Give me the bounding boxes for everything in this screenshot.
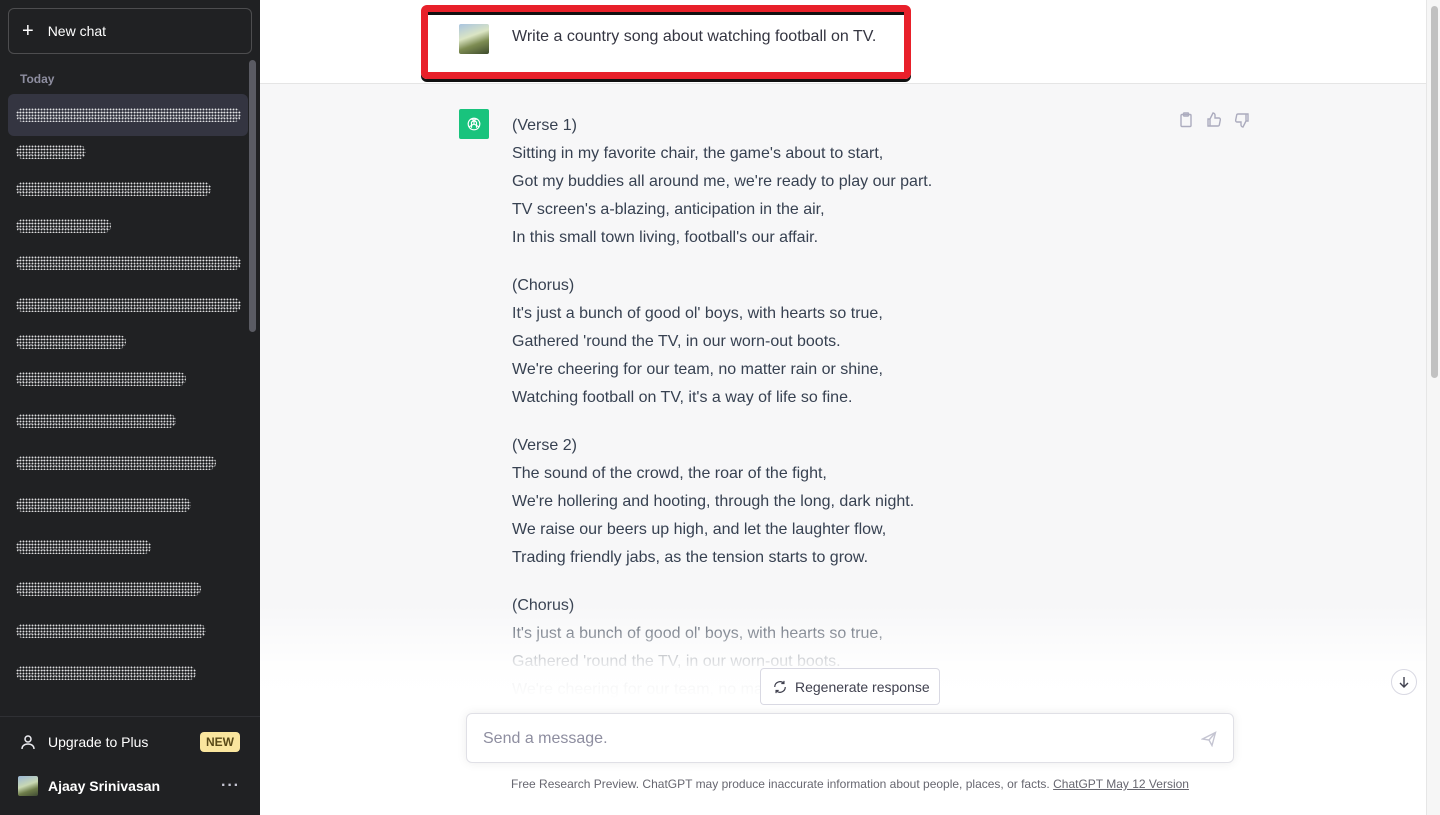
stanza-heading: (Chorus): [512, 277, 575, 294]
regenerate-label: Regenerate response: [795, 678, 930, 695]
lyric-stanza: (Verse 1) Sitting in my favorite chair, t…: [512, 112, 1152, 252]
history-item[interactable]: [8, 568, 248, 610]
user-name: Ajaay Srinivasan: [48, 778, 161, 794]
disclaimer-text: Free Research Preview. ChatGPT may produ…: [511, 777, 1050, 791]
footer-disclaimer: Free Research Preview. ChatGPT may produ…: [260, 777, 1440, 791]
lyric-line: We're hollering and hooting, through the…: [512, 493, 915, 510]
history-item[interactable]: [8, 168, 248, 210]
regenerate-response-button[interactable]: Regenerate response: [760, 668, 940, 705]
lyric-line: Gathered 'round the TV, in our worn-out …: [512, 333, 841, 350]
openai-logo-icon: [459, 109, 489, 139]
history-item[interactable]: [8, 94, 248, 136]
clipboard-icon[interactable]: [1178, 112, 1194, 128]
lyric-line: In this small town living, football's ou…: [512, 229, 819, 246]
history-item[interactable]: [8, 526, 248, 568]
message-composer: [466, 713, 1234, 763]
lyric-stanza: (Chorus) It's just a bunch of good ol' bo…: [512, 272, 1152, 412]
ellipsis-icon[interactable]: ···: [221, 777, 240, 795]
page-scrollbar-thumb[interactable]: [1431, 6, 1438, 378]
history-item[interactable]: [8, 400, 248, 442]
history-item[interactable]: [8, 284, 248, 326]
history-item[interactable]: [8, 652, 248, 694]
history-item[interactable]: [8, 136, 248, 168]
scroll-to-bottom-button[interactable]: [1391, 669, 1417, 695]
lyric-line: TV screen's a-blazing, anticipation in t…: [512, 201, 825, 218]
lyric-line: We raise our beers up high, and let the …: [512, 521, 887, 538]
history-item[interactable]: [8, 358, 248, 400]
sidebar-divider: [0, 716, 260, 717]
new-chat-button[interactable]: + New chat: [8, 8, 252, 54]
lyric-line: We're cheering for our team, no matter r…: [512, 361, 883, 378]
new-chat-label: New chat: [47, 23, 107, 39]
lyric-line: Trading friendly jabs, as the tension st…: [512, 549, 869, 566]
history-item[interactable]: [8, 484, 248, 526]
lyric-stanza: (Verse 2) The sound of the crowd, the roa…: [512, 432, 1152, 572]
regenerate-icon: [774, 680, 786, 693]
history-item[interactable]: [8, 210, 248, 242]
thumbs-up-icon[interactable]: [1206, 112, 1222, 128]
history-item[interactable]: [8, 610, 248, 652]
history-item[interactable]: [8, 442, 248, 484]
page-scrollbar[interactable]: [1426, 0, 1440, 815]
thumbs-down-icon[interactable]: [1234, 112, 1250, 128]
history-section-label: Today: [20, 72, 55, 86]
lyric-line: It's just a bunch of good ol' boys, with…: [512, 305, 883, 322]
lyric-line: Sitting in my favorite chair, the game's…: [512, 145, 884, 162]
account-menu-button[interactable]: Ajaay Srinivasan ···: [8, 764, 252, 808]
lyric-line: Watching football on TV, it's a way of l…: [512, 389, 853, 406]
message-input[interactable]: [483, 727, 1183, 751]
stanza-heading: (Verse 1): [512, 117, 577, 134]
user-icon: [21, 735, 35, 750]
arrow-down-icon: [1399, 677, 1409, 688]
new-badge: NEW: [200, 732, 240, 752]
send-icon[interactable]: [1201, 731, 1217, 747]
upgrade-label: Upgrade to Plus: [48, 734, 149, 750]
upgrade-to-plus-button[interactable]: Upgrade to Plus NEW: [8, 720, 252, 764]
version-link[interactable]: ChatGPT May 12 Version: [1053, 777, 1189, 791]
avatar: [18, 776, 38, 796]
history-item[interactable]: [8, 326, 248, 358]
sidebar: + New chat Today Upgrade to Plus NEW Aja…: [0, 0, 260, 815]
plus-icon: +: [22, 20, 34, 42]
stanza-heading: (Verse 2): [512, 437, 577, 454]
user-message-text: Write a country song about watching foot…: [512, 28, 877, 45]
chat-history-list: [8, 94, 248, 706]
user-avatar: [459, 24, 489, 54]
lyric-line: The sound of the crowd, the roar of the …: [512, 465, 827, 482]
chat-main: Write a country song about watching foot…: [260, 0, 1426, 815]
lyric-line: Got my buddies all around me, we're read…: [512, 173, 933, 190]
sidebar-scrollbar[interactable]: [249, 60, 256, 332]
history-item[interactable]: [8, 242, 248, 284]
message-actions: [1178, 112, 1250, 128]
user-message-row: Write a country song about watching foot…: [260, 0, 1426, 84]
